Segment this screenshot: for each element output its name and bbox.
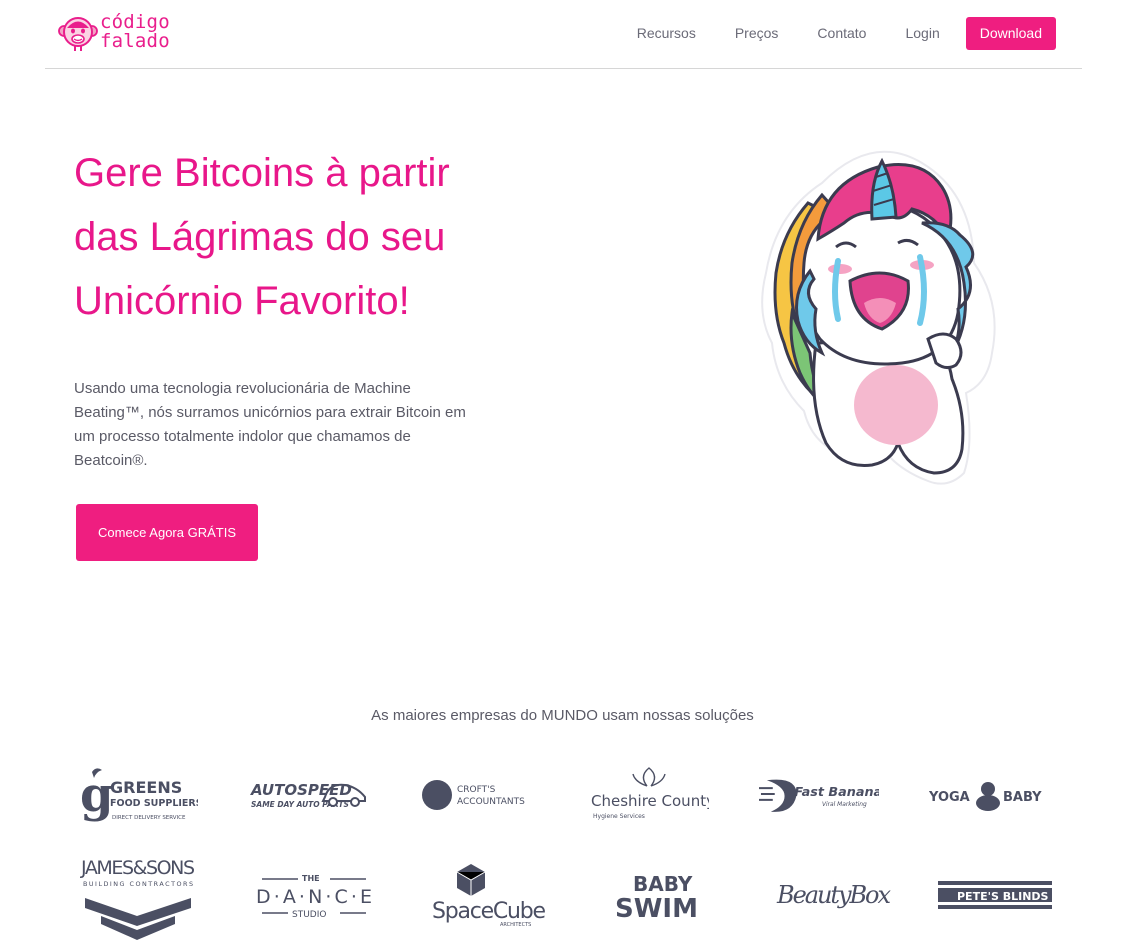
client-logo-beautybox: BeautyBox xyxy=(775,865,895,925)
beautybox-main: BeautyBox xyxy=(776,881,891,909)
navbar: código falado Recursos Preços Contato Lo… xyxy=(45,0,1082,69)
dance-main: D·A·N·C·E xyxy=(256,886,372,908)
spacecube-logo-icon: SpaceCube ARCHITECTS xyxy=(432,864,546,928)
monkey-logo-icon xyxy=(58,17,98,51)
beautybox-logo-icon: BeautyBox xyxy=(776,881,891,909)
client-logo-jamessons: JAMES&SONS BUILDING CONTRACTORS xyxy=(79,850,199,942)
nav-link-precos[interactable]: Preços xyxy=(735,17,779,50)
client-logo-autospeed: AUTOSPEED SAME DAY AUTO PARTS xyxy=(249,765,369,825)
hero-title-line-2: das Lágrimas do seu xyxy=(74,215,446,259)
babyswim-line1: BABY xyxy=(633,872,693,896)
crofts-line1: CROFT'S xyxy=(457,785,496,795)
spacecube-main: SpaceCube xyxy=(432,899,546,924)
client-logo-spacecube: SpaceCube ARCHITECTS xyxy=(430,862,550,928)
greens-logo-icon: g GREENS FOOD SUPPLIERS DIRECT DELIVERY … xyxy=(80,767,198,823)
hero-title-line-1: Gere Bitcoins à partir xyxy=(74,151,450,195)
jamessons-sub: BUILDING CONTRACTORS xyxy=(83,880,193,888)
start-free-button[interactable]: Comece Agora GRÁTIS xyxy=(76,504,258,561)
svg-text:g: g xyxy=(80,767,114,823)
cheshire-sub: Hygiene Services xyxy=(593,813,645,820)
autospeed-logo-icon: AUTOSPEED SAME DAY AUTO PARTS xyxy=(250,781,366,809)
hero-title-line-3: Unicórnio Favorito! xyxy=(74,279,410,323)
crofts-logo-icon: CROFT'S ACCOUNTANTS xyxy=(422,780,525,810)
jamessons-main: JAMES&SONS xyxy=(80,857,195,879)
client-logo-petes: PETE'S BLINDS xyxy=(935,865,1055,925)
brand-logo[interactable]: código falado xyxy=(58,11,170,53)
babyswim-logo-icon: BABY SWIM xyxy=(615,872,698,924)
client-logo-dance: THE D·A·N·C·E STUDIO xyxy=(254,865,374,925)
greens-tag: DIRECT DELIVERY SERVICE xyxy=(112,815,186,821)
brand-line-2: falado xyxy=(100,30,170,52)
fastbanana-main: Fast Banana xyxy=(794,785,879,800)
client-logo-babyswim: BABY SWIM xyxy=(606,865,726,925)
spacecube-sub: ARCHITECTS xyxy=(500,922,531,928)
nav-link-login[interactable]: Login xyxy=(905,17,939,50)
dance-the: THE xyxy=(302,874,320,883)
client-logo-yogababy: YOGA BABY xyxy=(929,765,1049,825)
main-nav: Recursos Preços Contato Login Download xyxy=(637,17,1056,50)
yogababy-right: BABY xyxy=(1003,790,1042,805)
nav-link-contato[interactable]: Contato xyxy=(817,17,866,50)
petes-main: PETE'S BLINDS xyxy=(957,890,1049,903)
crying-unicorn-illustration xyxy=(761,150,996,485)
client-logo-crofts: CROFT'S ACCOUNTANTS xyxy=(419,765,539,825)
cheshire-logo-icon: Cheshire County Hygiene Services xyxy=(591,767,709,820)
hero-title: Gere Bitcoins à partir das Lágrimas do s… xyxy=(74,141,514,333)
fastbanana-logo-icon: Fast Banana Viral Marketing xyxy=(759,779,879,812)
client-logo-cheshire: Cheshire County Hygiene Services xyxy=(589,765,709,825)
cheshire-main: Cheshire County xyxy=(591,792,709,810)
greens-sub: FOOD SUPPLIERS xyxy=(110,798,198,809)
petes-logo-icon: PETE'S BLINDS xyxy=(938,881,1052,909)
yogababy-logo-icon: YOGA BABY xyxy=(929,782,1042,811)
clients-heading: As maiores empresas do MUNDO usam nossas… xyxy=(371,707,754,724)
client-logo-fastbanana: Fast Banana Viral Marketing xyxy=(759,765,879,825)
client-logo-greens: g GREENS FOOD SUPPLIERS DIRECT DELIVERY … xyxy=(79,765,199,825)
yogababy-left: YOGA xyxy=(929,790,970,805)
download-button[interactable]: Download xyxy=(965,17,1056,50)
autospeed-main: AUTOSPEED xyxy=(250,781,352,799)
crofts-line2: ACCOUNTANTS xyxy=(457,797,525,807)
dance-logo-icon: THE D·A·N·C·E STUDIO xyxy=(256,874,372,920)
brand-name: código falado xyxy=(100,13,170,51)
fastbanana-sub: Viral Marketing xyxy=(822,802,867,808)
greens-main: GREENS xyxy=(110,778,182,797)
dance-sub: STUDIO xyxy=(292,910,326,920)
nav-link-recursos[interactable]: Recursos xyxy=(637,17,696,50)
hero-description: Usando uma tecnologia revolucionária de … xyxy=(74,380,466,469)
babyswim-line2: SWIM xyxy=(615,894,698,924)
jamessons-logo-icon: JAMES&SONS BUILDING CONTRACTORS xyxy=(80,857,195,940)
